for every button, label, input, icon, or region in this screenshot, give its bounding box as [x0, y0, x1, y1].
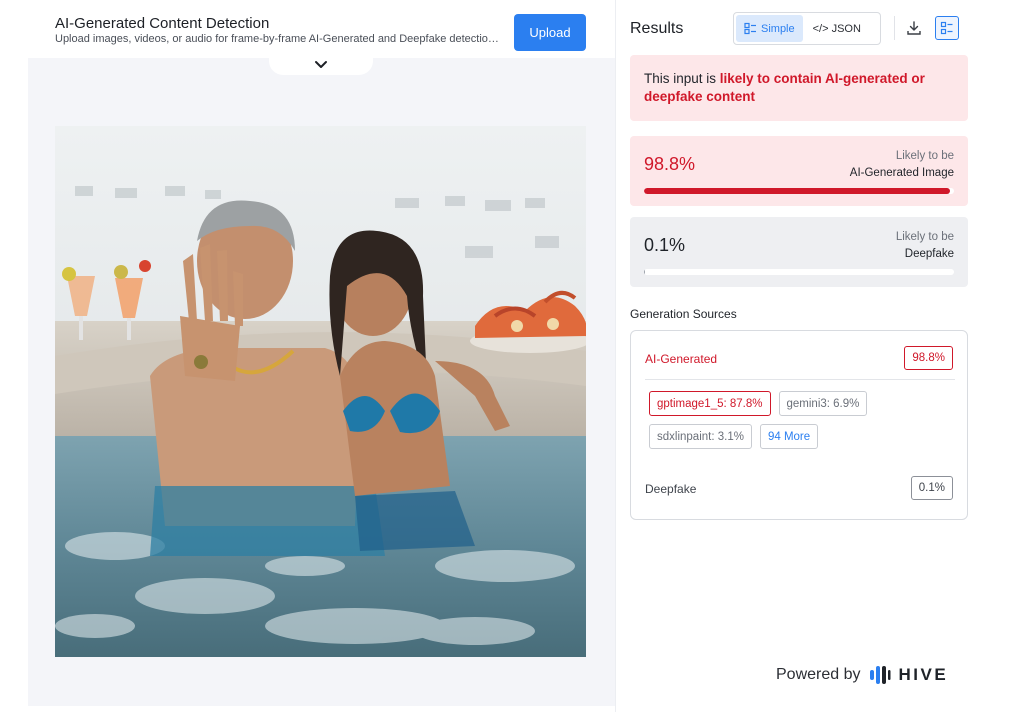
upload-panel: AI-Generated Content Detection Upload im… [28, 0, 615, 706]
deepfake-source-label: Deepfake [645, 482, 697, 496]
json-view-button[interactable]: </> JSON [805, 15, 869, 42]
source-chip: gemini3: 6.9% [778, 391, 868, 416]
view-toggle: Simple </> JSON [733, 12, 881, 45]
ai-generated-progress-fill [644, 188, 951, 194]
summary-view-button[interactable] [935, 16, 959, 40]
generation-sources-title: Generation Sources [630, 307, 737, 321]
ai-generated-score: 98.8% [644, 154, 696, 174]
deepfake-source-badge: 0.1% [910, 476, 953, 500]
uploaded-image [55, 126, 586, 657]
ai-generated-category: AI-Generated Image [849, 167, 954, 179]
more-sources-button[interactable]: 94 More [759, 424, 819, 449]
results-title: Results [630, 20, 684, 37]
summary-view-icon [940, 21, 953, 35]
panel-header: AI-Generated Content Detection Upload im… [28, 0, 615, 58]
deepfake-progress-fill [644, 269, 645, 275]
results-panel: Results Simple </> JSON This input is li… [615, 0, 1024, 712]
collapse-toggle[interactable] [269, 55, 373, 75]
chevron-down-icon [315, 61, 327, 68]
download-icon [907, 21, 921, 35]
deepfake-score-label: Likely to be Deepfake [896, 229, 954, 263]
likely-to-be-text: Likely to be [895, 231, 954, 243]
deepfake-score-card: 0.1% Likely to be Deepfake [630, 217, 968, 287]
page-subtitle: Upload images, videos, or audio for fram… [55, 33, 503, 45]
simple-view-label: Simple [761, 22, 795, 35]
generation-sources-box: AI-Generated 98.8% gptimage1_5: 87.8% ge… [630, 330, 968, 520]
source-divider [645, 379, 955, 380]
deepfake-progress-track [644, 269, 954, 275]
source-chip: gptimage1_5: 87.8% [649, 391, 771, 416]
toolbar-divider [894, 16, 895, 40]
uploaded-image-illustration [55, 126, 586, 657]
likely-to-be-text: Likely to be [895, 150, 954, 162]
ai-generated-score-label: Likely to be AI-Generated Image [850, 148, 954, 182]
json-view-label: </> JSON [812, 22, 861, 35]
powered-by-text: Powered by [776, 666, 861, 683]
deepfake-score: 0.1% [644, 235, 686, 255]
deepfake-category: Deepfake [904, 248, 954, 260]
upload-button[interactable]: Upload [514, 14, 586, 51]
ai-generated-source-badge: 98.8% [904, 346, 953, 370]
simple-view-icon [744, 22, 756, 35]
download-button[interactable] [902, 16, 926, 40]
ai-generated-source-label: AI-Generated [645, 352, 718, 366]
source-chips: gptimage1_5: 87.8% gemini3: 6.9% sdxlinp… [649, 391, 949, 449]
verdict-banner: This input is likely to contain AI-gener… [630, 55, 968, 121]
simple-view-button[interactable]: Simple [736, 15, 803, 42]
source-chip: sdxlinpaint: 3.1% [649, 424, 752, 449]
ai-generated-progress-track [644, 188, 954, 194]
ai-generated-score-card: 98.8% Likely to be AI-Generated Image [630, 136, 968, 206]
powered-by-footer: Powered by HIVE [776, 665, 948, 685]
hive-brand: HIVE [898, 665, 949, 684]
page-title: AI-Generated Content Detection [55, 15, 270, 32]
hive-logo-icon [869, 666, 890, 684]
verdict-prefix: This input is [644, 71, 720, 86]
